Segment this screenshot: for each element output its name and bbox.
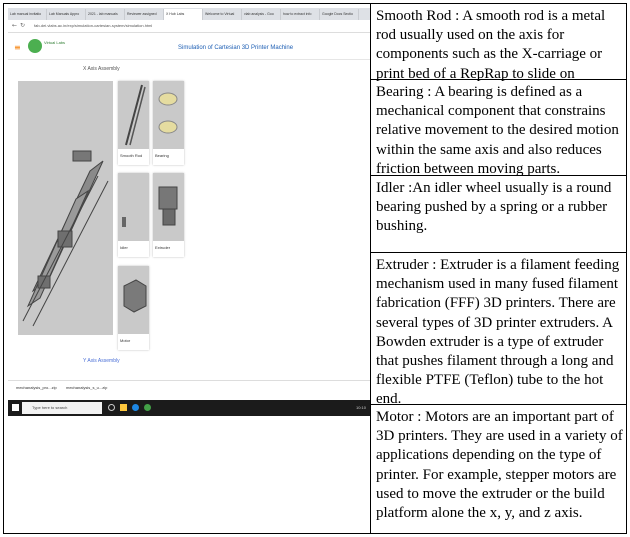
site-header: ≡ Virtual Labs Simulation of Cartesian 3… [8, 35, 370, 60]
chrome-browser-icon[interactable] [144, 404, 151, 411]
browser-tab[interactable]: Welcome to Virtual [203, 9, 242, 20]
part-card-motor[interactable]: Motor [118, 266, 149, 350]
taskbar-clock: 10:10 [355, 405, 366, 410]
bearing-image [153, 81, 184, 149]
browser-tab[interactable]: Lab manual invitatio [8, 9, 47, 20]
downloads-bar: mechanalysis_pro...zip mechanalysis_s_u.… [8, 380, 370, 395]
windows-start-icon[interactable] [12, 404, 19, 411]
part-label: Smooth Rod [120, 153, 143, 158]
part-card-idler[interactable]: Idler [118, 173, 149, 257]
browser-tab[interactable]: Lab Manuals Appro [47, 9, 86, 20]
part-card-bearing[interactable]: Bearing [153, 81, 184, 165]
task-view-icon[interactable] [108, 404, 115, 411]
definition-smooth-rod: Smooth Rod : A smooth rod is a metal rod… [371, 4, 627, 82]
browser-tab[interactable]: Reviewer assigned [125, 9, 164, 20]
part-label: Bearing [155, 153, 169, 158]
browser-screenshot: Lab manual invitatio Lab Manuals Appro 2… [8, 8, 370, 416]
site-title: Simulation of Cartesian 3D Printer Machi… [178, 45, 294, 51]
motor-image [118, 266, 149, 334]
printer-assembly-drawing [22, 150, 109, 327]
browser-tab[interactable]: 2021 - lab manuals [86, 9, 125, 20]
x-axis-caption: X Axis Assembly [83, 66, 120, 72]
browser-tab-strip: Lab manual invitatio Lab Manuals Appro 2… [8, 8, 370, 20]
definition-extruder: Extruder : Extruder is a filament feedin… [371, 253, 627, 407]
back-arrow-icon[interactable]: ← [12, 22, 17, 29]
browser-tab-active[interactable]: X Hub Labs [164, 9, 203, 20]
document-table: Lab manual invitatio Lab Manuals Appro 2… [3, 3, 627, 534]
part-label: Idler [120, 245, 128, 250]
definition-idler: Idler :An idler wheel usually is a round… [371, 176, 627, 253]
hamburger-menu-icon[interactable]: ≡ [14, 43, 21, 52]
idler-image [118, 173, 149, 241]
url-text[interactable]: fab-dei.vlabs.ac.in/exp/simulation-carte… [34, 23, 152, 28]
edge-browser-icon[interactable] [132, 404, 139, 411]
download-item[interactable]: mechanalysis_s_u...zip [66, 385, 107, 390]
windows-taskbar: Type here to search 10:10 [8, 400, 370, 416]
browser-tab[interactable]: how to extract info [281, 9, 320, 20]
assembly-viewport [18, 81, 113, 335]
logo-text: Virtual Labs [44, 40, 66, 45]
definition-motor: Motor : Motors are an important part of … [376, 409, 623, 522]
download-item[interactable]: mechanalysis_pro...zip [16, 385, 57, 390]
extruder-image [153, 173, 184, 241]
reload-icon[interactable]: ↻ [20, 22, 25, 29]
virtual-labs-logo [28, 39, 42, 53]
browser-tab[interactable]: vlab analysis - Goo [242, 9, 281, 20]
part-card-smooth-rod[interactable]: Smooth Rod [118, 81, 149, 165]
part-card-extruder[interactable]: Extruder [153, 173, 184, 257]
smooth-rod-image [118, 81, 149, 149]
browser-tab[interactable]: Google Docs Sectio [320, 9, 359, 20]
address-bar: ← ↻ fab-dei.vlabs.ac.in/exp/simulation-c… [8, 20, 370, 33]
file-explorer-icon[interactable] [120, 404, 127, 411]
part-label: Extruder [155, 245, 171, 250]
taskbar-search-box[interactable]: Type here to search [22, 402, 102, 414]
part-label: Motor [120, 338, 131, 343]
definition-bearing: Bearing : A bearing is defined as a mech… [371, 80, 627, 177]
y-axis-caption: Y Axis Assembly [83, 358, 120, 364]
search-placeholder: Type here to search [32, 405, 68, 410]
